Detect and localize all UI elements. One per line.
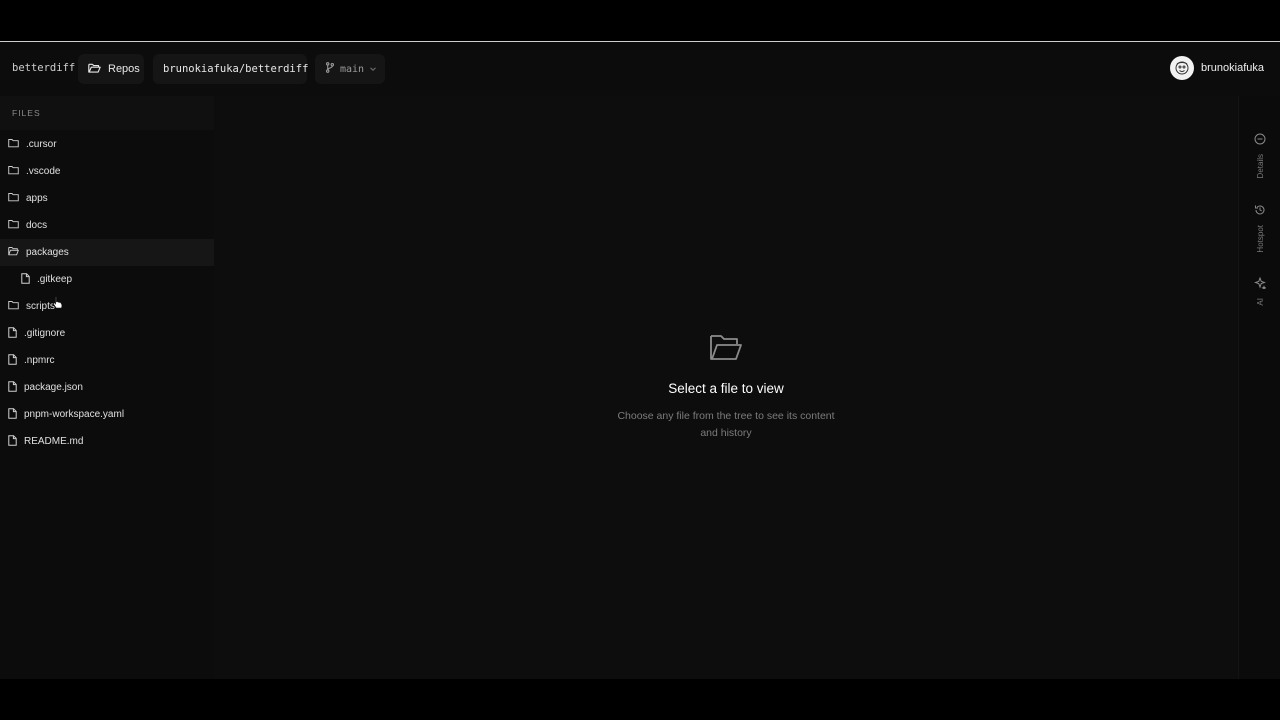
user-menu[interactable]: brunokiafuka: [1170, 56, 1264, 80]
tree-item[interactable]: pnpm-workspace.yaml: [0, 401, 214, 428]
repo-name: brunokiafuka/betterdiff: [163, 63, 309, 75]
tree-item[interactable]: .cursor: [0, 131, 214, 158]
repo-selector[interactable]: brunokiafuka/betterdiff: [153, 54, 309, 84]
avatar: [1170, 56, 1194, 80]
tree-item-label: package.json: [24, 382, 83, 393]
tree-item[interactable]: .npmrc: [0, 347, 214, 374]
sparkle-icon: [1254, 276, 1267, 294]
info-icon: [1254, 132, 1266, 150]
tree-item[interactable]: packages: [0, 239, 214, 266]
right-rail: Details Hotspot AI: [1238, 96, 1280, 679]
tree-item-label: .gitkeep: [37, 274, 73, 285]
hotspot-tab[interactable]: Hotspot: [1239, 203, 1280, 253]
tree-item[interactable]: .gitkeep: [0, 266, 214, 293]
tree-item[interactable]: docs: [0, 212, 214, 239]
tree-item-label: .cursor: [26, 139, 57, 150]
folder-icon: [8, 219, 19, 232]
tree-item-label: .npmrc: [24, 355, 55, 366]
file-icon: [8, 407, 17, 422]
tree-item-label: docs: [26, 220, 48, 231]
repos-label: Repos: [108, 63, 140, 75]
tree-item-label: pnpm-workspace.yaml: [24, 409, 125, 420]
brand-logo-text[interactable]: betterdiff: [12, 62, 75, 74]
tree-item[interactable]: README.md: [0, 428, 214, 455]
tree-item[interactable]: package.json: [0, 374, 214, 401]
file-tree: .cursor .vscode apps docs packages .gitkeep sc…: [0, 131, 214, 455]
folder-icon: [8, 192, 19, 205]
details-tab[interactable]: Details: [1239, 132, 1280, 178]
tree-item[interactable]: scripts: [0, 293, 214, 320]
username: brunokiafuka: [1201, 62, 1264, 74]
details-label: Details: [1255, 154, 1265, 179]
file-icon: [8, 353, 17, 368]
hotspot-label: Hotspot: [1255, 225, 1265, 253]
folder-icon: [8, 165, 19, 178]
tree-item-label: README.md: [24, 436, 84, 447]
tree-item-label: apps: [26, 193, 48, 204]
folder-open-icon: [709, 335, 743, 366]
file-icon: [8, 326, 17, 341]
tree-item-label: scripts: [26, 301, 55, 312]
file-icon: [21, 272, 30, 287]
empty-state-description: Choose any file from the tree to see its…: [214, 408, 1238, 442]
repos-button[interactable]: Repos: [78, 54, 144, 84]
tree-item[interactable]: .gitignore: [0, 320, 214, 347]
tree-item[interactable]: apps: [0, 185, 214, 212]
file-icon: [8, 380, 17, 395]
file-viewer: Select a file to view Choose any file fr…: [214, 96, 1238, 679]
history-icon: [1254, 203, 1266, 221]
tree-item-label: packages: [26, 247, 69, 258]
tree-item-label: .gitignore: [24, 328, 66, 339]
empty-state-line-1: Choose any file from the tree to see its…: [617, 410, 835, 422]
branch-selector[interactable]: main: [315, 54, 385, 84]
folder-open-icon: [8, 246, 19, 259]
app-window: betterdiff Repos brunokiafuka/betterdiff…: [0, 41, 1280, 679]
files-label: FILES: [12, 108, 41, 118]
empty-state: Select a file to view Choose any file fr…: [214, 332, 1238, 442]
git-branch-icon: [325, 62, 335, 76]
file-icon: [8, 434, 17, 449]
branch-name: main: [340, 63, 365, 75]
file-tree-sidebar: FILES .cursor .vscode apps docs packages .git…: [0, 96, 214, 679]
ai-label: AI: [1255, 298, 1265, 306]
chevron-down-icon: [369, 64, 377, 75]
empty-state-title: Select a file to view: [668, 381, 784, 396]
folder-icon: [8, 138, 19, 151]
tree-item[interactable]: .vscode: [0, 158, 214, 185]
top-bar: betterdiff Repos brunokiafuka/betterdiff…: [0, 42, 1280, 96]
folder-icon: [8, 300, 19, 313]
ai-tab[interactable]: AI: [1239, 276, 1280, 306]
folder-open-icon: [88, 62, 101, 77]
hand-cursor-icon: [52, 295, 64, 314]
empty-state-line-2: and history: [700, 427, 752, 439]
tree-item-label: .vscode: [26, 166, 61, 177]
